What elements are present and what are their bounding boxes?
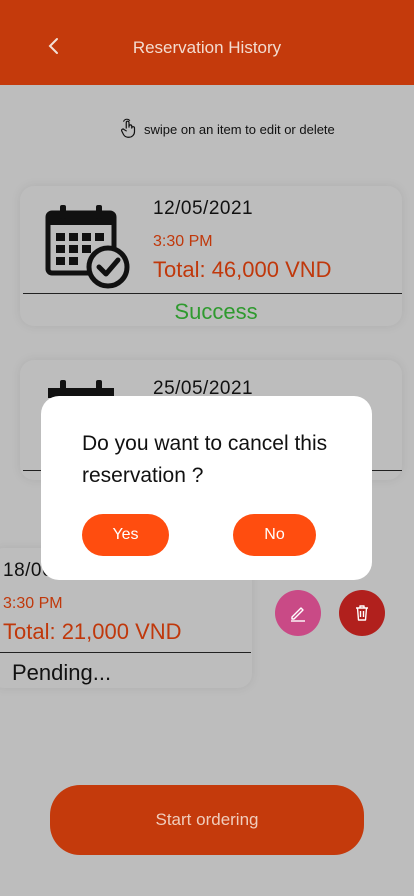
reservation-total: Total: 21,000 VND	[3, 619, 182, 644]
start-ordering-button[interactable]: Start ordering	[50, 785, 364, 855]
divider	[0, 652, 251, 653]
calendar-check-icon	[44, 203, 132, 294]
reservation-date: 12/05/2021	[153, 198, 254, 219]
swipe-hint: swipe on an item to edit or delete	[118, 118, 335, 140]
reservation-total: Total: 46,000 VND	[153, 257, 332, 282]
swipe-hint-text: swipe on an item to edit or delete	[144, 121, 335, 137]
reservation-time: 3:30 PM	[153, 233, 213, 250]
status-badge: Pending...	[12, 660, 112, 685]
trash-icon	[356, 605, 368, 621]
reservation-time: 3:30 PM	[3, 595, 63, 612]
edit-button[interactable]	[275, 590, 321, 636]
no-button[interactable]: No	[233, 514, 316, 556]
dialog-question: Do you want to cancel this reservation ?	[82, 432, 328, 487]
hand-tap-icon	[121, 118, 136, 138]
divider	[23, 293, 402, 294]
pencil-icon	[291, 607, 305, 622]
delete-button[interactable]	[339, 590, 385, 636]
status-badge: Success	[174, 299, 258, 324]
page-title: Reservation History	[132, 38, 282, 57]
yes-button[interactable]: Yes	[82, 514, 169, 556]
